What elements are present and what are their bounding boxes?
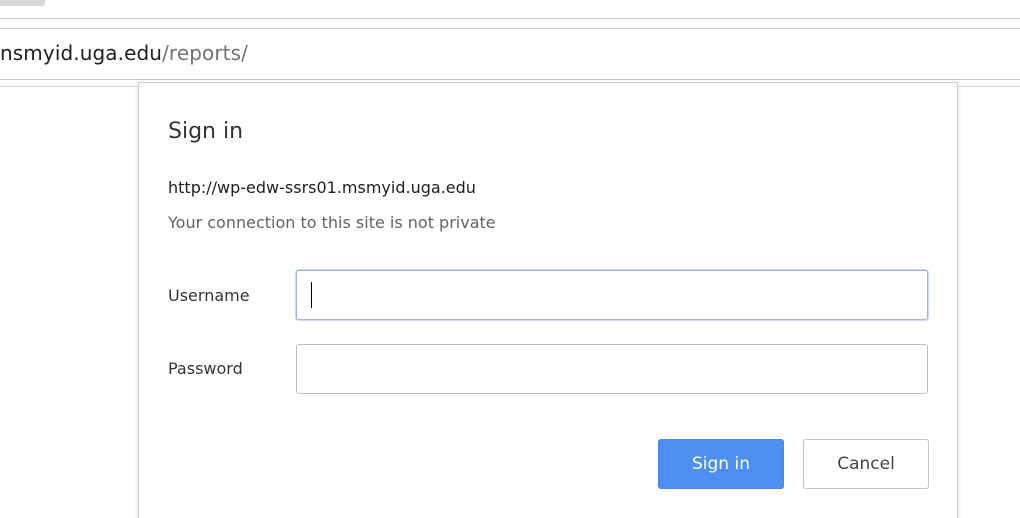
address-path: /reports/	[162, 41, 248, 65]
username-label: Username	[168, 286, 250, 305]
site-url: http://wp-edw-ssrs01.msmyid.uga.edu	[168, 178, 476, 197]
password-label: Password	[168, 359, 243, 378]
sign-in-button[interactable]: Sign in	[658, 439, 784, 489]
tab-strip-stub	[0, 0, 45, 6]
dialog-title: Sign in	[168, 119, 244, 144]
text-caret	[311, 282, 312, 308]
sign-in-dialog: Sign in http://wp-edw-ssrs01.msmyid.uga.…	[138, 82, 958, 518]
username-input[interactable]	[296, 270, 928, 320]
password-input[interactable]	[296, 344, 928, 394]
address-host: nsmyid.uga.edu	[0, 41, 163, 65]
connection-warning: Your connection to this site is not priv…	[168, 213, 496, 232]
address-bar[interactable]: nsmyid.uga.edu/reports/	[0, 28, 1020, 80]
toolbar-divider	[0, 18, 1020, 19]
cancel-button[interactable]: Cancel	[803, 439, 929, 489]
address-url[interactable]: nsmyid.uga.edu/reports/	[0, 41, 248, 65]
